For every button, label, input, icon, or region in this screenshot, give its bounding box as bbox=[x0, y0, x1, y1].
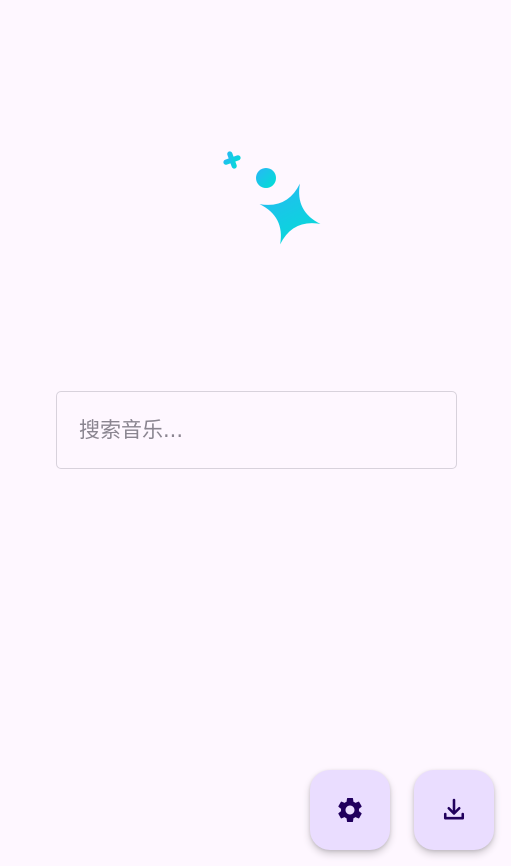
search-field[interactable] bbox=[56, 391, 457, 469]
search-input[interactable] bbox=[57, 392, 456, 468]
gear-icon bbox=[335, 795, 365, 825]
settings-button[interactable] bbox=[310, 770, 390, 850]
download-icon bbox=[440, 796, 468, 824]
download-button[interactable] bbox=[414, 770, 494, 850]
sparkle-logo-icon bbox=[219, 147, 325, 247]
